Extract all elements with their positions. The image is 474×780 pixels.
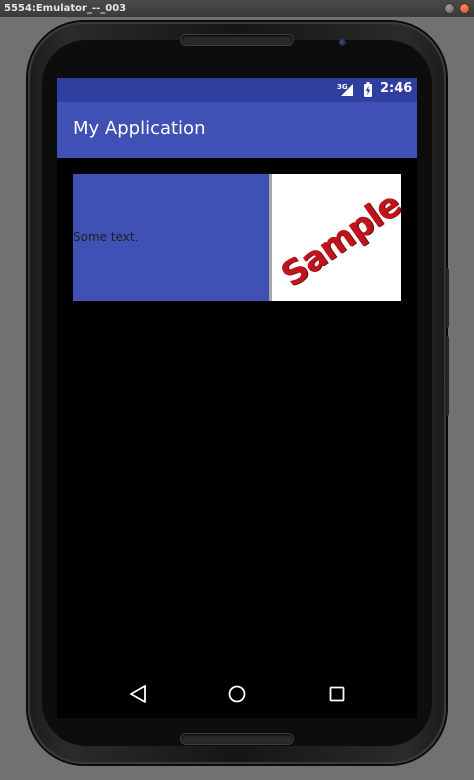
sample-image: Sample: [272, 174, 401, 301]
bottom-speaker: [181, 734, 293, 744]
power-button[interactable]: [445, 268, 449, 328]
window-titlebar[interactable]: 5554:Emulator_--_003: [0, 0, 474, 17]
home-icon[interactable]: [223, 680, 251, 708]
app-bar: My Application: [57, 102, 417, 158]
device-screen: 3G 2:46 My Application Some text. Sample: [57, 78, 417, 718]
window-title: 5554:Emulator_--_003: [4, 3, 127, 14]
close-button[interactable]: [459, 3, 470, 14]
card-text-panel: Some text.: [73, 174, 269, 301]
sample-image-label: Sample: [273, 184, 401, 296]
card-text: Some text.: [73, 230, 139, 244]
emulator-window: 5554:Emulator_--_003 3G 2:46 My Applicat…: [0, 0, 474, 780]
battery-charging-icon: [364, 82, 372, 97]
front-camera: [339, 39, 346, 46]
minimize-button[interactable]: [444, 3, 455, 14]
back-icon[interactable]: [124, 680, 152, 708]
content-card: Some text. Sample: [73, 174, 401, 301]
main-content: Some text. Sample: [57, 158, 417, 670]
status-bar: 3G 2:46: [57, 78, 417, 102]
app-title: My Application: [73, 118, 206, 139]
status-time: 2:46: [380, 81, 413, 96]
navigation-bar: [57, 670, 417, 718]
top-speaker: [181, 35, 293, 45]
phone-frame: 3G 2:46 My Application Some text. Sample: [28, 22, 449, 764]
volume-button[interactable]: [445, 336, 449, 416]
recent-apps-icon[interactable]: [323, 680, 351, 708]
signal-icon: [341, 84, 353, 96]
